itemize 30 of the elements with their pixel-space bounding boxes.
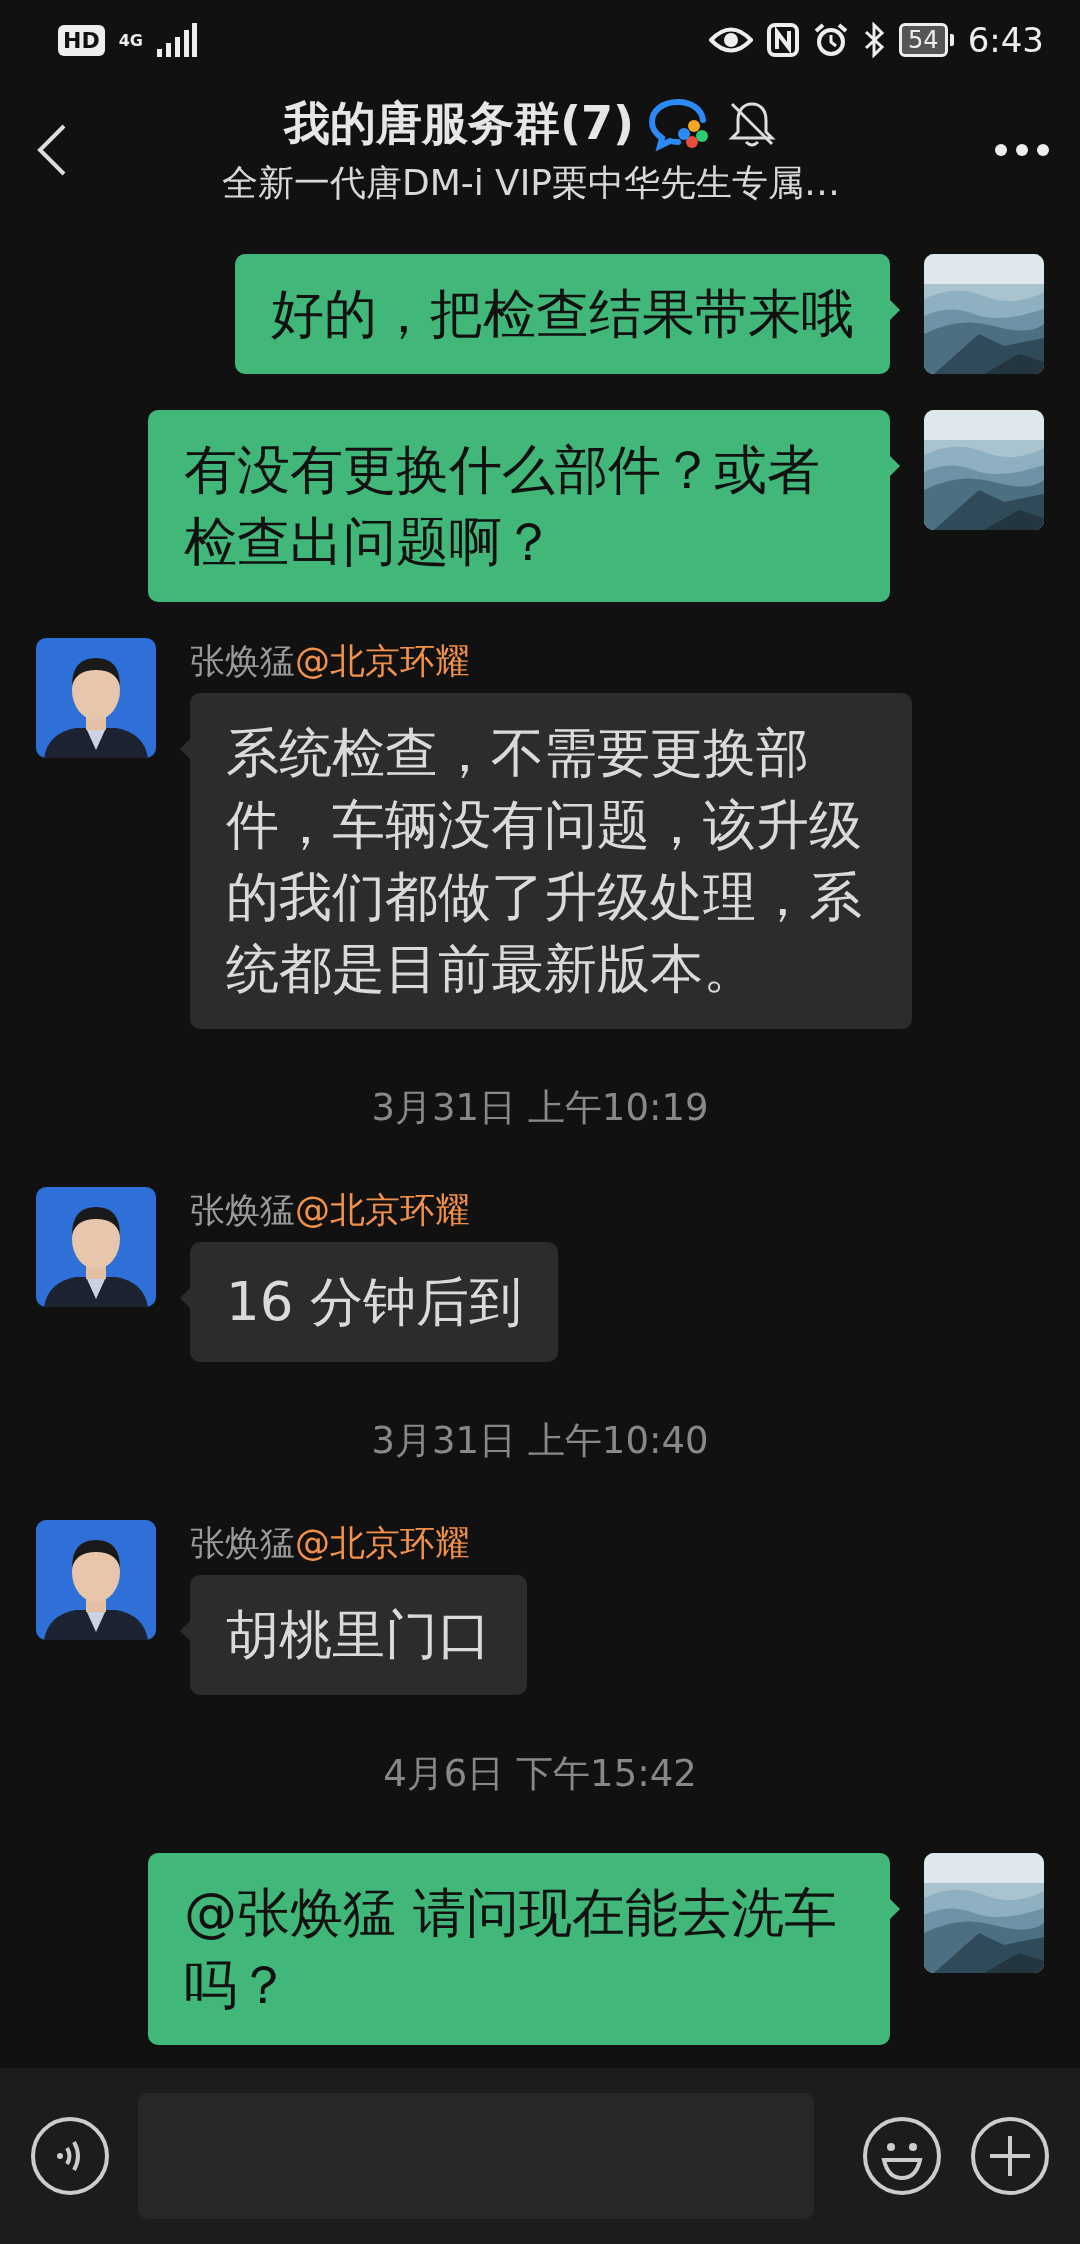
timestamp: 3月31日 上午10:40	[371, 1418, 709, 1464]
bluetooth-icon	[863, 22, 886, 58]
voice-icon[interactable]	[30, 2116, 110, 2196]
chat-subtitle: 全新一代唐DM-i VIP栗中华先生专属…	[221, 160, 841, 205]
sender-tag: @北京环耀	[295, 641, 470, 681]
message-bubble: 有没有更换什么部件？或者检查出问题啊？	[148, 410, 890, 602]
eye-icon	[709, 25, 754, 55]
more-icon[interactable]	[994, 143, 1050, 157]
plus-icon[interactable]	[970, 2116, 1050, 2196]
nfc-icon	[767, 23, 800, 57]
message-bubble: 胡桃里门口	[190, 1575, 527, 1695]
network-type: 4G	[118, 30, 143, 50]
sender-name: 张焕猛	[190, 641, 295, 681]
back-icon[interactable]	[36, 123, 68, 177]
clock: 6:43	[967, 20, 1044, 60]
alarm-icon	[813, 22, 850, 58]
sender-name: 张焕猛	[190, 1190, 295, 1230]
emoji-icon[interactable]	[862, 2116, 942, 2196]
timestamp: 3月31日 上午10:19	[371, 1085, 709, 1131]
message-bubble: 16 分钟后到	[190, 1242, 559, 1362]
message-bubble: 好的，把检查结果带来哦	[235, 254, 890, 374]
sender-tag: @北京环耀	[295, 1190, 470, 1230]
timestamp: 4月6日 下午15:42	[383, 1751, 697, 1797]
sender-name: 张焕猛	[190, 1523, 295, 1563]
signal-icon	[156, 23, 197, 57]
message-bubble: @张焕猛 请问现在能去洗车吗？	[148, 1853, 890, 2045]
sender-tag: @北京环耀	[295, 1523, 470, 1563]
network-badge: HD	[58, 24, 105, 56]
message-bubble: 系统检查，不需要更换部件，车辆没有问题，该升级的我们都做了升级处理，系统都是目前最新版本。	[190, 693, 912, 1029]
chat-title: 我的唐服务群(7)	[283, 94, 635, 152]
